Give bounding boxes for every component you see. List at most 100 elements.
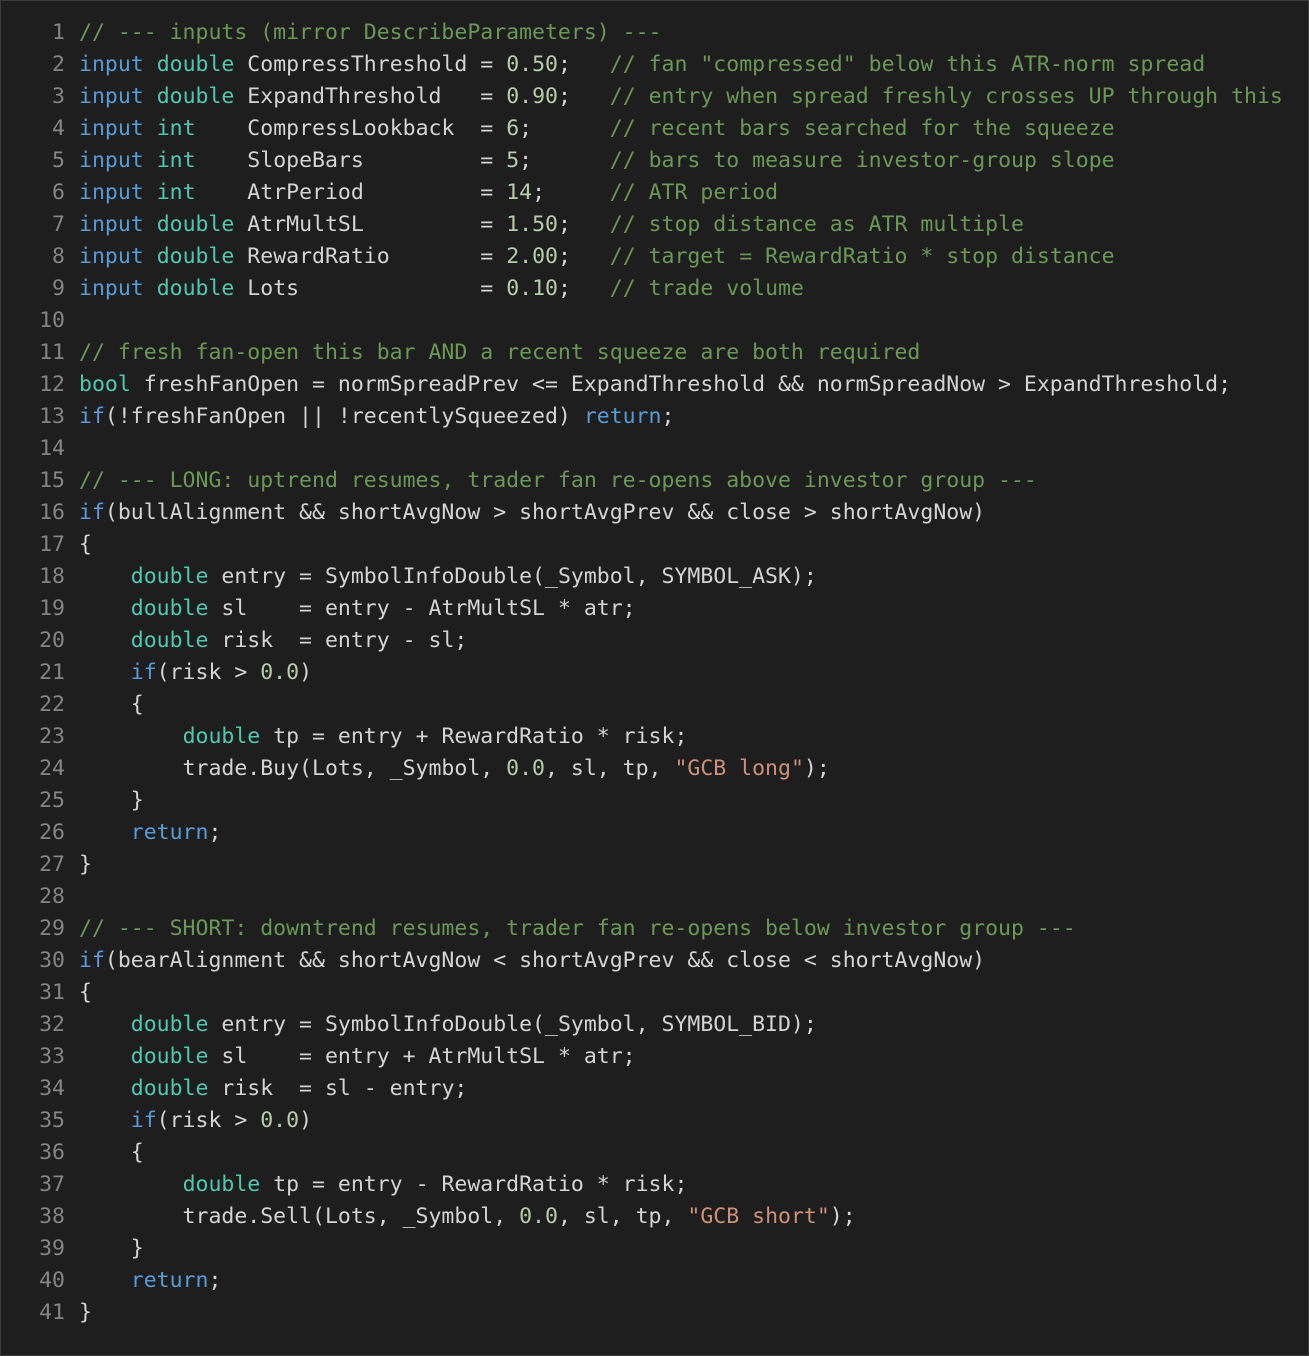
line-number: 6 [52,180,65,205]
code-line[interactable]: 1 // --- inputs (mirror DescribeParameter… [1,17,1308,49]
code-token: ; [661,404,675,429]
code-line[interactable]: 31 { [1,977,1308,1009]
line-content[interactable]: { [79,689,1308,721]
line-content[interactable]: input int CompressLookback = 6; // recen… [79,113,1308,145]
line-content[interactable]: } [79,849,1308,881]
line-number: 9 [52,276,65,301]
code-editor[interactable]: 1 // --- inputs (mirror DescribeParameter… [0,0,1309,1356]
line-content[interactable]: input double ExpandThreshold = 0.90; // … [79,81,1308,113]
code-line[interactable]: 12 bool freshFanOpen = normSpreadPrev <= … [1,369,1308,401]
keyword-token: return [130,820,209,845]
line-number: 20 [39,628,65,653]
code-line[interactable]: 27} [1,849,1308,881]
line-content[interactable]: double entry = SymbolInfoDouble(_Symbol,… [79,561,1308,593]
code-line[interactable]: 3 input double ExpandThreshold = 0.90; //… [1,81,1308,113]
line-content[interactable]: trade.Sell(Lots, _Symbol, 0.0, sl, tp, "… [79,1201,1308,1233]
code-line[interactable]: 19 double sl = entry - AtrMultSL * atr; [1,593,1308,625]
line-content[interactable]: if(risk > 0.0) [79,1105,1308,1137]
code-line[interactable]: 29 // --- SHORT: downtrend resumes, trade… [1,913,1308,945]
code-line[interactable]: 4 input int CompressLookback = 6; // rece… [1,113,1308,145]
line-content[interactable]: bool freshFanOpen = normSpreadPrev <= Ex… [79,369,1308,401]
type-token: double [130,596,209,621]
code-line[interactable]: 10 [1,305,1308,337]
line-content[interactable]: { [79,977,1308,1009]
line-content[interactable]: double risk = entry - sl; [79,625,1308,657]
code-line[interactable]: 22 { [1,689,1308,721]
line-content[interactable] [79,305,1308,337]
code-line[interactable]: 17 { [1,529,1308,561]
code-line[interactable]: 16 if(bullAlignment && shortAvgNow > shor… [1,497,1308,529]
code-line[interactable]: 13 if(!freshFanOpen || !recentlySqueezed)… [1,401,1308,433]
line-content[interactable]: trade.Buy(Lots, _Symbol, 0.0, sl, tp, "G… [79,753,1308,785]
line-content[interactable]: input int AtrPeriod = 14; // ATR period [79,177,1308,209]
line-content[interactable]: double entry = SymbolInfoDouble(_Symbol,… [79,1009,1308,1041]
line-content[interactable]: // --- LONG: uptrend resumes, trader fan… [79,465,1308,497]
line-content[interactable]: input double CompressThreshold = 0.50; /… [79,49,1308,81]
code-line[interactable]: 15 // --- LONG: uptrend resumes, trader f… [1,465,1308,497]
code-line[interactable]: 9 input double Lots = 0.10; // trade volu… [1,273,1308,305]
code-line[interactable]: 25 } [1,785,1308,817]
gutter-gap [65,497,79,529]
code-line[interactable]: 34 double risk = sl - entry; [1,1073,1308,1105]
code-token: ExpandThreshold = [234,84,507,109]
code-line[interactable]: 18 double entry = SymbolInfoDouble(_Symb… [1,561,1308,593]
line-content[interactable]: // --- SHORT: downtrend resumes, trader … [79,913,1308,945]
line-content[interactable]: if(bullAlignment && shortAvgNow > shortA… [79,497,1308,529]
code-line[interactable]: 6 input int AtrPeriod = 14; // ATR period [1,177,1308,209]
line-content[interactable]: } [79,785,1308,817]
code-line[interactable]: 5 input int SlopeBars = 5; // bars to mea… [1,145,1308,177]
gutter-gap [65,209,79,241]
code-line[interactable]: 23 double tp = entry + RewardRatio * ris… [1,721,1308,753]
line-number: 5 [52,148,65,173]
code-line[interactable]: 8 input double RewardRatio = 2.00; // tar… [1,241,1308,273]
comment-token: // stop distance as ATR multiple [609,212,1024,237]
code-line[interactable]: 24 trade.Buy(Lots, _Symbol, 0.0, sl, tp,… [1,753,1308,785]
line-content[interactable]: if(bearAlignment && shortAvgNow < shortA… [79,945,1308,977]
line-content[interactable]: double risk = sl - entry; [79,1073,1308,1105]
line-content[interactable]: if(!freshFanOpen || !recentlySqueezed) r… [79,401,1308,433]
line-content[interactable] [79,881,1308,913]
code-line[interactable]: 33 double sl = entry + AtrMultSL * atr; [1,1041,1308,1073]
code-line[interactable]: 28 [1,881,1308,913]
line-content[interactable]: double tp = entry + RewardRatio * risk; [79,721,1308,753]
line-content[interactable]: input double Lots = 0.10; // trade volum… [79,273,1308,305]
line-number: 3 [52,84,65,109]
line-content[interactable]: double sl = entry - AtrMultSL * atr; [79,593,1308,625]
code-line[interactable]: 30 if(bearAlignment && shortAvgNow < shor… [1,945,1308,977]
code-token: ; [557,212,610,237]
code-line[interactable]: 40 return; [1,1265,1308,1297]
code-line[interactable]: 20 double risk = entry - sl; [1,625,1308,657]
code-lines[interactable]: 1 // --- inputs (mirror DescribeParameter… [1,17,1308,1329]
line-content[interactable]: // --- inputs (mirror DescribeParameters… [79,17,1308,49]
code-token: trade.Buy(Lots, _Symbol, [79,756,507,781]
code-line[interactable]: 7 input double AtrMultSL = 1.50; // stop … [1,209,1308,241]
code-line[interactable]: 26 return; [1,817,1308,849]
line-content[interactable] [79,433,1308,465]
code-line[interactable]: 39 } [1,1233,1308,1265]
code-line[interactable]: 37 double tp = entry - RewardRatio * ris… [1,1169,1308,1201]
line-content[interactable]: double tp = entry - RewardRatio * risk; [79,1169,1308,1201]
line-content[interactable]: input double AtrMultSL = 1.50; // stop d… [79,209,1308,241]
code-line[interactable]: 21 if(risk > 0.0) [1,657,1308,689]
line-content[interactable]: { [79,529,1308,561]
line-content[interactable]: if(risk > 0.0) [79,657,1308,689]
code-line[interactable]: 36 { [1,1137,1308,1169]
code-line[interactable]: 11 // fresh fan-open this bar AND a recen… [1,337,1308,369]
line-content[interactable]: input double RewardRatio = 2.00; // targ… [79,241,1308,273]
type-token: bool [79,372,131,397]
code-line[interactable]: 35 if(risk > 0.0) [1,1105,1308,1137]
code-line[interactable]: 14 [1,433,1308,465]
line-content[interactable]: // fresh fan-open this bar AND a recent … [79,337,1308,369]
code-line[interactable]: 32 double entry = SymbolInfoDouble(_Symb… [1,1009,1308,1041]
line-content[interactable]: } [79,1297,1308,1329]
line-content[interactable]: { [79,1137,1308,1169]
code-line[interactable]: 41} [1,1297,1308,1329]
line-content[interactable]: return; [79,1265,1308,1297]
line-content[interactable]: input int SlopeBars = 5; // bars to meas… [79,145,1308,177]
code-line[interactable]: 2 input double CompressThreshold = 0.50; … [1,49,1308,81]
line-content[interactable]: double sl = entry + AtrMultSL * atr; [79,1041,1308,1073]
code-line[interactable]: 38 trade.Sell(Lots, _Symbol, 0.0, sl, tp… [1,1201,1308,1233]
line-content[interactable]: } [79,1233,1308,1265]
line-content[interactable]: return; [79,817,1308,849]
type-token: int [156,148,196,173]
